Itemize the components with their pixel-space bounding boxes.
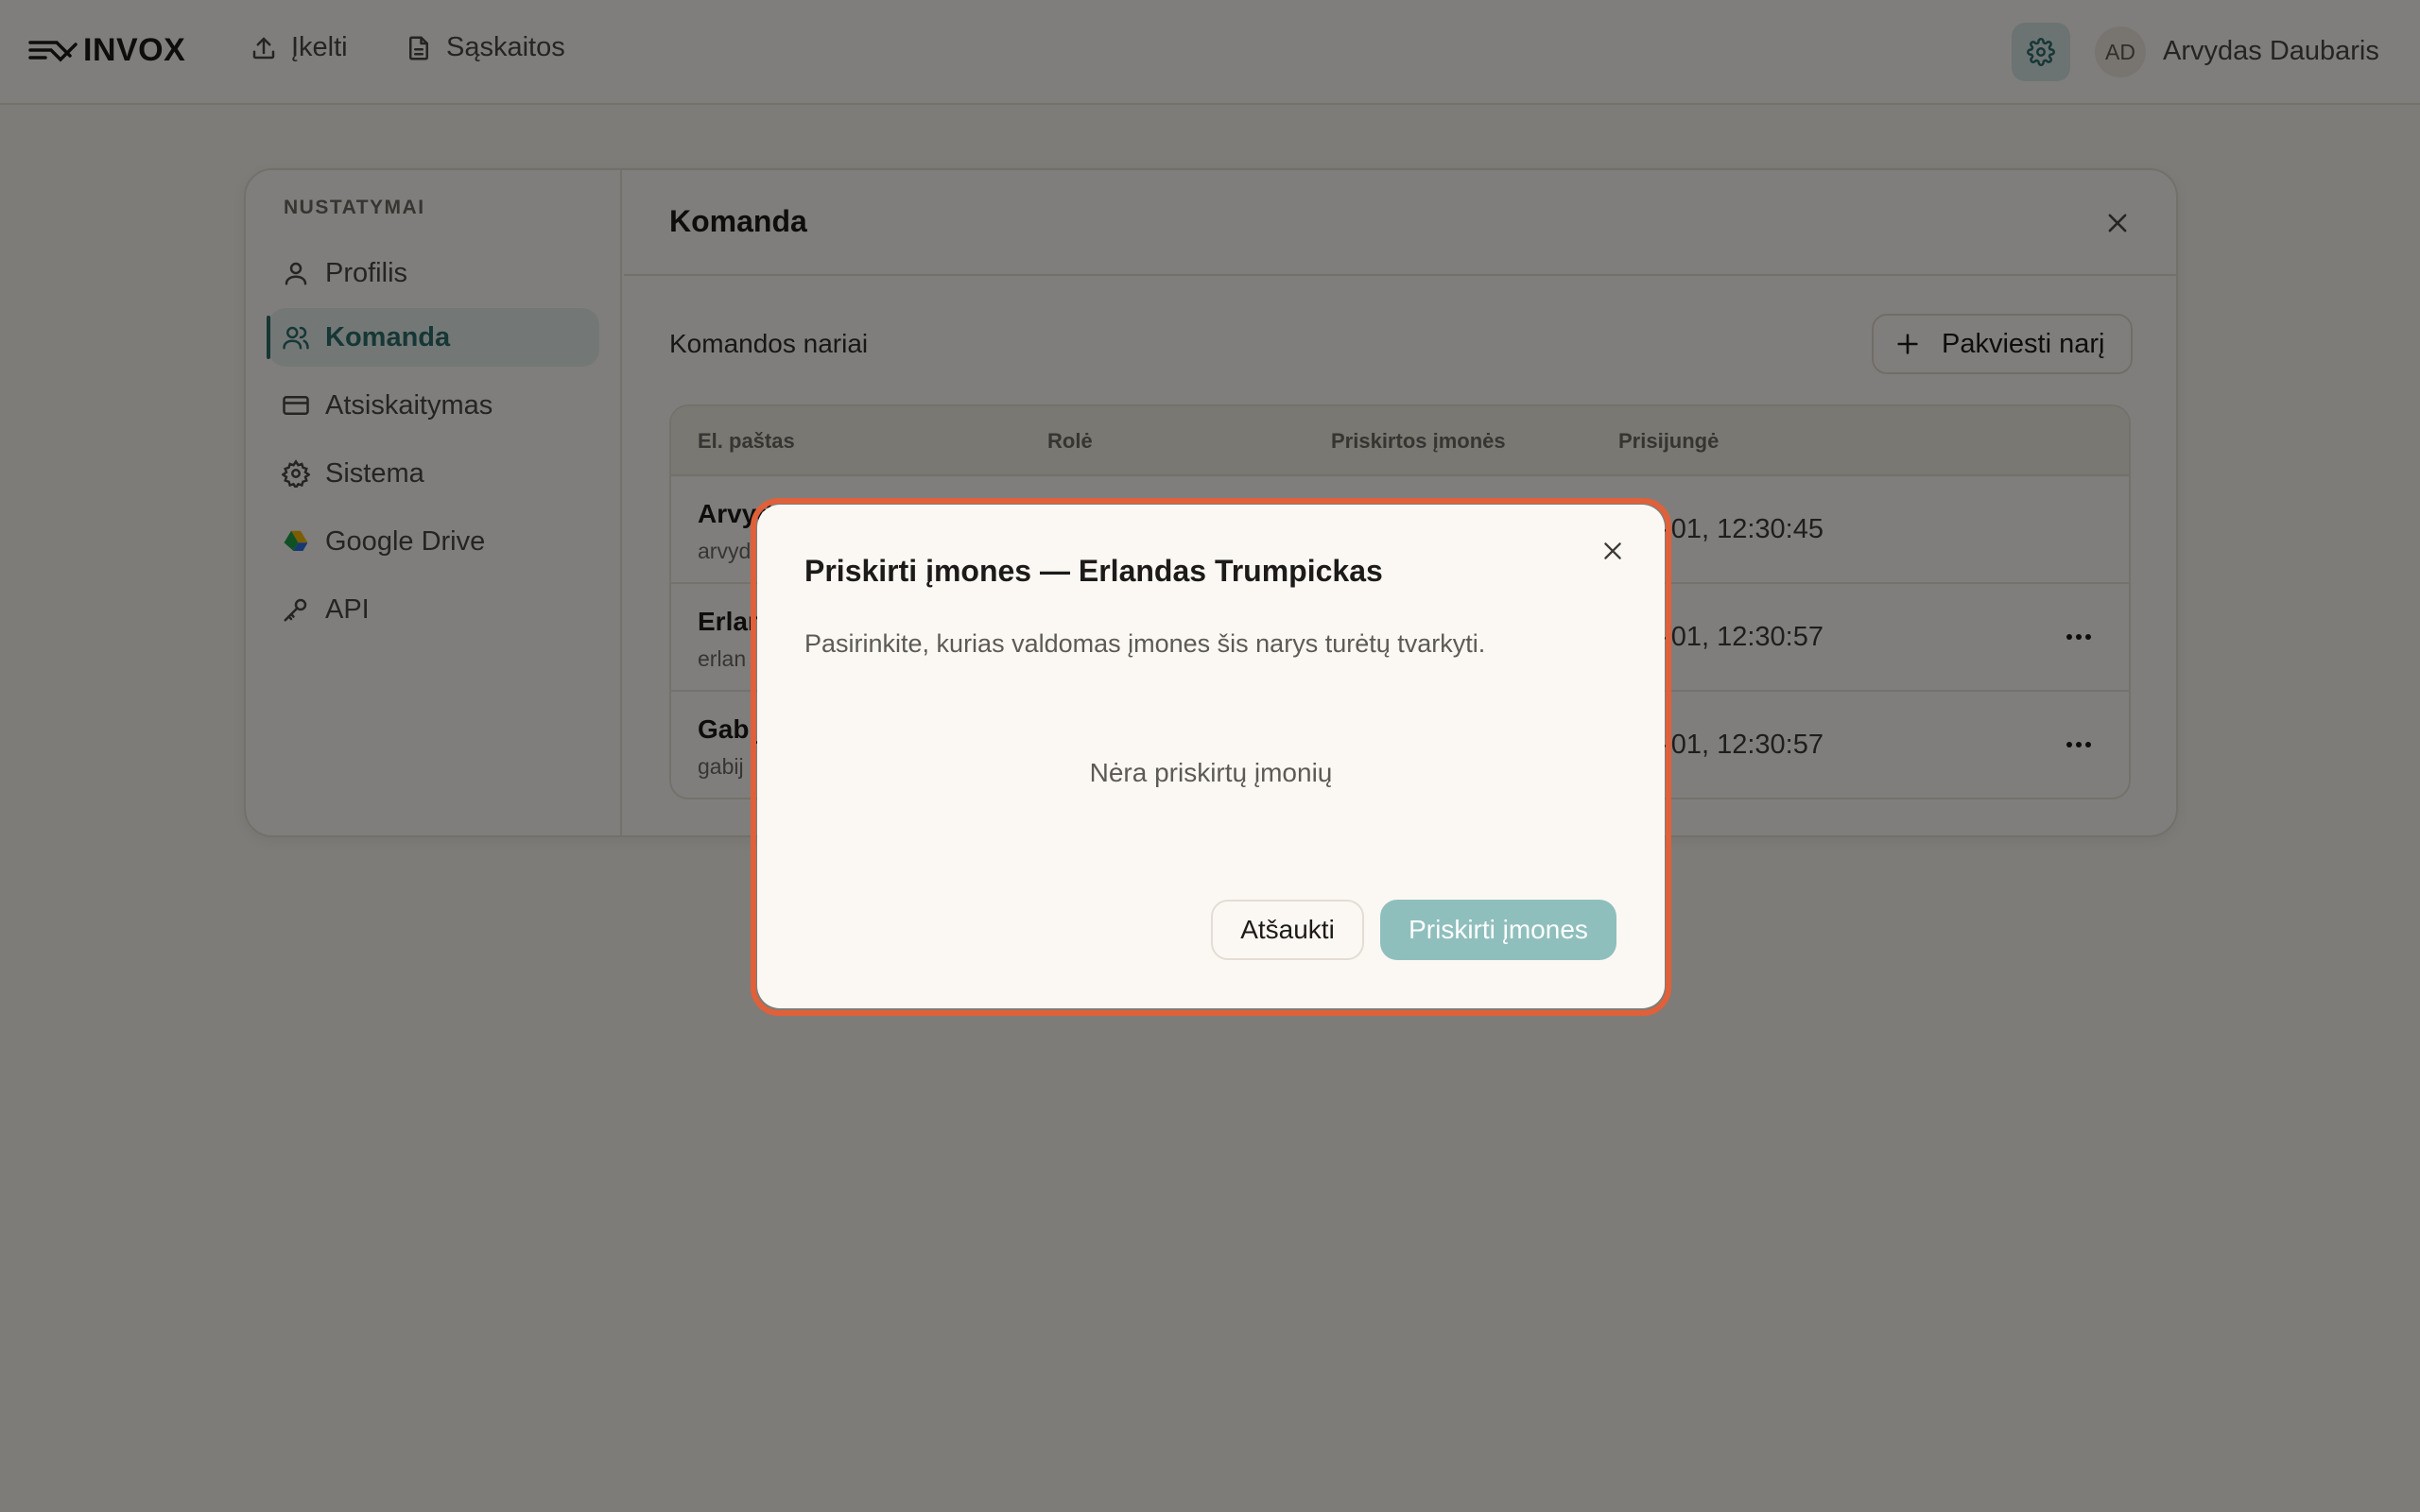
dialog-description: Pasirinkite, kurias valdomas įmones šis … <box>804 629 1486 658</box>
assign-companies-dialog: Priskirti įmones — Erlandas Trumpickas P… <box>757 505 1665 1008</box>
assign-companies-button[interactable]: Priskirti įmones <box>1380 900 1616 960</box>
close-icon <box>1604 542 1621 559</box>
empty-state-text: Nėra priskirtų įmonių <box>1089 758 1333 787</box>
dialog-title: Priskirti įmones — Erlandas Trumpickas <box>804 554 1383 588</box>
dialog-close-button[interactable] <box>1600 539 1625 568</box>
cancel-button[interactable]: Atšaukti <box>1211 900 1364 960</box>
